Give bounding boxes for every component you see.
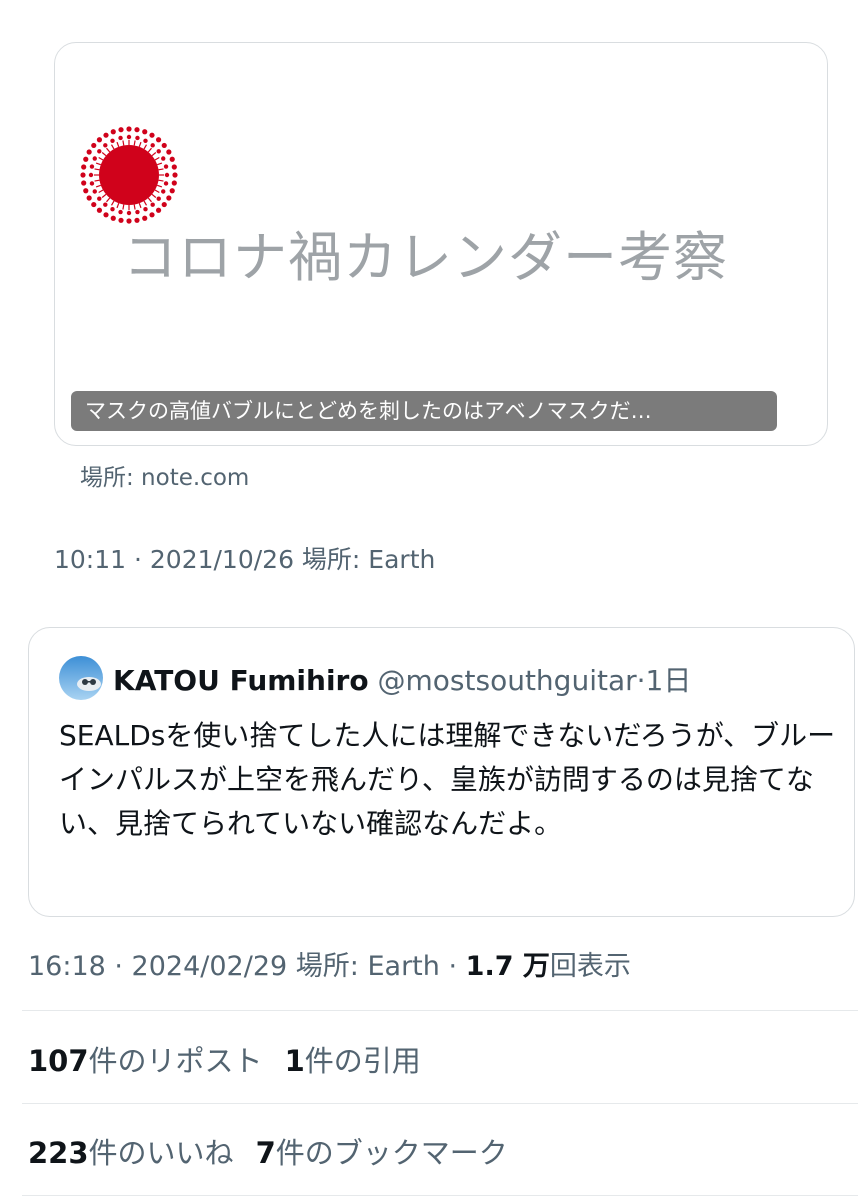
link-card[interactable]: コロナ禍カレンダー考察 マスクの高値バブルにとどめを刺したのはアベノマスクだ… [54,42,828,446]
link-card-image: コロナ禍カレンダー考察 マスクの高値バブルにとどめを刺したのはアベノマスクだ… [55,43,827,445]
header-separator: · [636,664,646,697]
quoted-post-header: KATOU Fumihiro @mostsouthguitar·1日 [113,659,691,699]
quotes-count: 1 [284,1044,305,1078]
quoted-post-text: SEALDsを使い捨てした人には理解できないだろうが、ブルーインパルスが上空を飛… [59,719,836,840]
quoted-author-name[interactable]: KATOU Fumihiro [113,664,369,697]
reposts-count: 107 [28,1044,89,1078]
divider [22,1195,858,1196]
post-timestamp[interactable]: 16:18 · 2024/02/29 [28,951,287,982]
quoted-author-handle[interactable]: @mostsouthguitar [378,664,637,697]
bookmarks-count: 7 [255,1136,276,1170]
views-label: 回表示 [549,951,631,982]
sun-burst-icon [80,126,178,224]
divider [22,1010,858,1011]
post-meta: 16:18 · 2024/02/29 場所: Earth · 1.7 万回表示 [28,944,631,983]
meta-separator: · [448,951,458,982]
likes-link[interactable]: 223件のいいね [28,1136,234,1170]
quotes-link[interactable]: 1件の引用 [285,1044,421,1078]
reposts-label: 件のリポスト [88,1044,263,1078]
quotes-label: 件の引用 [304,1044,421,1078]
avatar[interactable] [59,656,103,700]
link-card-headline: コロナ禍カレンダー考察 [123,226,728,289]
bookmarks-link[interactable]: 7件のブックマーク [256,1136,508,1170]
link-card-caption: マスクの高値バブルにとどめを刺したのはアベノマスクだ… [71,391,777,431]
likes-label: 件のいいね [88,1136,234,1170]
post-location: 場所: Earth [295,951,440,982]
views-count: 1.7 万 [465,951,550,982]
like-stats-row: 223件のいいね 7件のブックマーク [28,1130,508,1172]
original-post-meta: 10:11 · 2021/10/26 場所: Earth [54,545,436,574]
quoted-post-time[interactable]: 1日 [646,664,692,697]
repost-stats-row: 107件のリポスト 1件の引用 [28,1038,421,1080]
bookmarks-label: 件のブックマーク [275,1136,508,1170]
avatar-image [59,656,103,700]
reposts-link[interactable]: 107件のリポスト [28,1044,263,1078]
divider [22,1103,858,1104]
link-card-source[interactable]: 場所: note.com [80,458,249,492]
likes-count: 223 [28,1136,89,1170]
quoted-post[interactable]: KATOU Fumihiro @mostsouthguitar·1日 SEALD… [28,627,855,917]
